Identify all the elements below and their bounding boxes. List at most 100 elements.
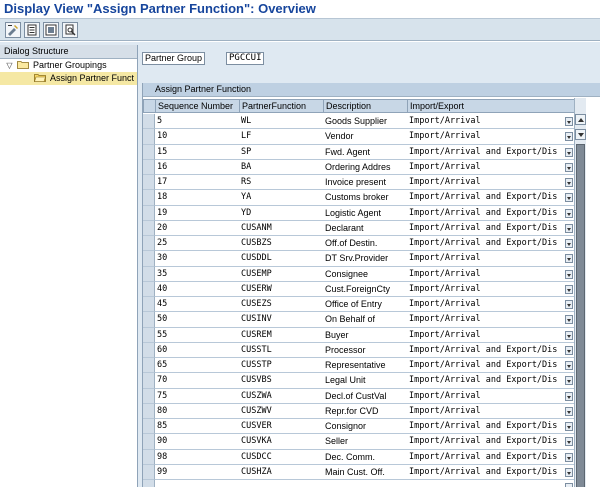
sequence-number-cell[interactable]: 30 bbox=[155, 251, 240, 267]
sequence-number-cell[interactable]: 18 bbox=[155, 190, 240, 206]
import-export-cell[interactable]: Import/Arrival and Export/Dis bbox=[407, 342, 575, 358]
import-export-cell[interactable]: Import/Arrival and Export/Dis bbox=[407, 373, 575, 389]
sequence-number-cell[interactable]: 35 bbox=[155, 266, 240, 282]
import-export-cell[interactable]: Import/Arrival and Export/Dis bbox=[407, 220, 575, 236]
import-export-cell[interactable]: Import/Arrival and Export/Dis bbox=[407, 419, 575, 435]
tree-item-assign-partner-function[interactable]: Assign Partner Funct bbox=[0, 72, 137, 85]
sequence-number-cell[interactable] bbox=[155, 480, 240, 487]
sequence-number-cell[interactable]: 20 bbox=[155, 220, 240, 236]
partner-function-cell[interactable]: CUSVBS bbox=[239, 373, 324, 389]
import-export-cell[interactable]: Import/Arrival and Export/Dis bbox=[407, 205, 575, 221]
sequence-number-cell[interactable]: 98 bbox=[155, 449, 240, 465]
partner-function-cell[interactable]: CUSERW bbox=[239, 281, 324, 297]
dropdown-arrow-icon[interactable] bbox=[565, 483, 573, 487]
row-select-cell[interactable] bbox=[143, 358, 155, 374]
scrollbar-thumb[interactable] bbox=[576, 144, 585, 487]
column-header-sequence-number[interactable]: Sequence Number bbox=[155, 99, 240, 113]
dropdown-arrow-icon[interactable] bbox=[565, 223, 573, 233]
dropdown-arrow-icon[interactable] bbox=[565, 117, 573, 126]
dropdown-arrow-icon[interactable] bbox=[565, 391, 573, 401]
row-select-cell[interactable] bbox=[143, 205, 155, 221]
partner-function-cell[interactable]: RS bbox=[239, 175, 324, 191]
import-export-cell[interactable]: Import/Arrival and Export/Dis bbox=[407, 464, 575, 480]
dropdown-arrow-icon[interactable] bbox=[565, 147, 573, 157]
sequence-number-cell[interactable]: 70 bbox=[155, 373, 240, 389]
dropdown-arrow-icon[interactable] bbox=[565, 269, 573, 279]
sequence-number-cell[interactable]: 5 bbox=[155, 114, 240, 130]
partner-function-cell[interactable]: WL bbox=[239, 114, 324, 130]
partner-function-cell[interactable]: CUSREM bbox=[239, 327, 324, 343]
sequence-number-cell[interactable]: 99 bbox=[155, 464, 240, 480]
sequence-number-cell[interactable]: 75 bbox=[155, 388, 240, 404]
import-export-cell[interactable]: Import/Arrival and Export/Dis bbox=[407, 236, 575, 252]
import-export-cell[interactable]: Import/Arrival bbox=[407, 297, 575, 313]
dropdown-arrow-icon[interactable] bbox=[565, 208, 573, 218]
row-select-cell[interactable] bbox=[143, 175, 155, 191]
import-export-cell[interactable]: Import/Arrival and Export/Dis bbox=[407, 190, 575, 206]
row-select-cell[interactable] bbox=[143, 312, 155, 328]
import-export-cell[interactable]: Import/Arrival bbox=[407, 312, 575, 328]
import-export-cell[interactable]: Import/Arrival and Export/Dis bbox=[407, 358, 575, 374]
row-select-cell[interactable] bbox=[143, 297, 155, 313]
dropdown-arrow-icon[interactable] bbox=[565, 422, 573, 431]
import-export-cell[interactable]: Import/Arrival and Export/Dis bbox=[407, 434, 575, 450]
row-select-cell[interactable] bbox=[143, 220, 155, 236]
partner-function-cell[interactable]: CUSSTP bbox=[239, 358, 324, 374]
partner-function-cell[interactable]: CUSVER bbox=[239, 419, 324, 435]
import-export-cell[interactable] bbox=[407, 480, 575, 487]
row-select-cell[interactable] bbox=[143, 388, 155, 404]
scroll-down-button[interactable] bbox=[575, 129, 586, 140]
sequence-number-cell[interactable]: 90 bbox=[155, 434, 240, 450]
import-export-cell[interactable]: Import/Arrival bbox=[407, 251, 575, 267]
dropdown-arrow-icon[interactable] bbox=[565, 361, 573, 370]
partner-function-cell[interactable]: CUSBZS bbox=[239, 236, 324, 252]
sequence-number-cell[interactable]: 50 bbox=[155, 312, 240, 328]
dropdown-arrow-icon[interactable] bbox=[565, 284, 573, 294]
partner-function-cell[interactable]: YD bbox=[239, 205, 324, 221]
vertical-scrollbar[interactable] bbox=[574, 98, 586, 487]
partner-function-cell[interactable]: CUSSTL bbox=[239, 342, 324, 358]
row-select-cell[interactable] bbox=[143, 251, 155, 267]
tree-item-partner-groupings[interactable]: ▽ Partner Groupings bbox=[0, 59, 137, 72]
partner-function-cell[interactable]: CUSDDL bbox=[239, 251, 324, 267]
partner-group-field[interactable]: PGCCUI bbox=[226, 52, 264, 65]
details-button[interactable] bbox=[24, 22, 40, 38]
partner-function-cell[interactable]: CUSHZA bbox=[239, 464, 324, 480]
partner-function-cell[interactable]: CUSZWA bbox=[239, 388, 324, 404]
column-header-description[interactable]: Description bbox=[323, 99, 408, 113]
import-export-cell[interactable]: Import/Arrival bbox=[407, 327, 575, 343]
dropdown-arrow-icon[interactable] bbox=[565, 452, 573, 462]
row-select-cell[interactable] bbox=[143, 480, 155, 487]
sequence-number-cell[interactable]: 16 bbox=[155, 159, 240, 175]
row-select-cell[interactable] bbox=[143, 419, 155, 435]
dropdown-arrow-icon[interactable] bbox=[565, 300, 573, 309]
row-select-cell[interactable] bbox=[143, 236, 155, 252]
sequence-number-cell[interactable]: 15 bbox=[155, 144, 240, 160]
partner-function-cell[interactable]: CUSVKA bbox=[239, 434, 324, 450]
print-button[interactable] bbox=[62, 22, 78, 38]
column-header-import-export[interactable]: Import/Export bbox=[407, 99, 575, 113]
sequence-number-cell[interactable]: 17 bbox=[155, 175, 240, 191]
sequence-number-cell[interactable]: 60 bbox=[155, 342, 240, 358]
row-select-cell[interactable] bbox=[143, 403, 155, 419]
row-select-cell[interactable] bbox=[143, 159, 155, 175]
dropdown-arrow-icon[interactable] bbox=[565, 376, 573, 386]
sequence-number-cell[interactable]: 45 bbox=[155, 297, 240, 313]
import-export-cell[interactable]: Import/Arrival bbox=[407, 159, 575, 175]
partner-function-cell[interactable]: CUSINV bbox=[239, 312, 324, 328]
partner-function-cell[interactable]: SP bbox=[239, 144, 324, 160]
row-select-cell[interactable] bbox=[143, 129, 155, 145]
partner-function-cell[interactable]: CUSANM bbox=[239, 220, 324, 236]
row-select-cell[interactable] bbox=[143, 434, 155, 450]
partner-function-cell[interactable]: CUSZWV bbox=[239, 403, 324, 419]
import-export-cell[interactable]: Import/Arrival and Export/Dis bbox=[407, 449, 575, 465]
import-export-cell[interactable]: Import/Arrival bbox=[407, 175, 575, 191]
import-export-cell[interactable]: Import/Arrival and Export/Dis bbox=[407, 144, 575, 160]
import-export-cell[interactable]: Import/Arrival bbox=[407, 129, 575, 145]
row-select-cell[interactable] bbox=[143, 114, 155, 130]
dropdown-arrow-icon[interactable] bbox=[565, 193, 573, 203]
dropdown-arrow-icon[interactable] bbox=[565, 437, 573, 447]
partner-function-cell[interactable]: CUSDCC bbox=[239, 449, 324, 465]
sequence-number-cell[interactable]: 80 bbox=[155, 403, 240, 419]
scroll-up-button[interactable] bbox=[575, 114, 586, 125]
